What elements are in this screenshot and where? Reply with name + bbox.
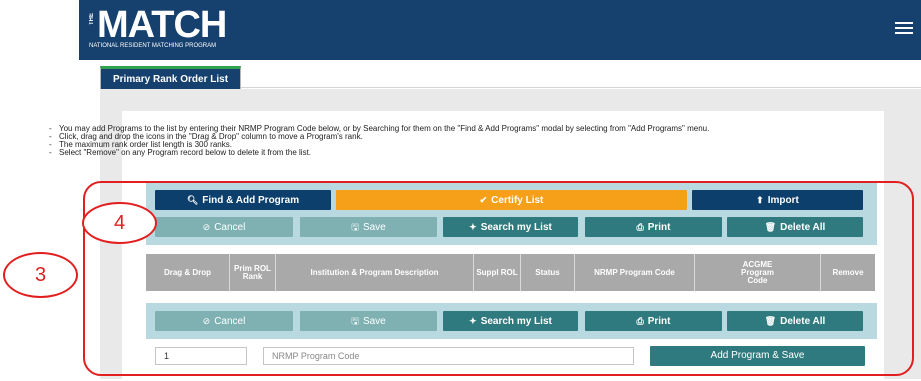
annotation-circle-4: 4 <box>82 202 157 244</box>
annotation-circle-3: 3 <box>3 252 78 298</box>
logo-the-text: THE <box>89 13 95 25</box>
tab-bar: Primary Rank Order List <box>100 66 921 89</box>
instruction-item: Select "Remove" on any Program record be… <box>49 149 779 158</box>
hamburger-menu-icon[interactable] <box>895 22 913 35</box>
annotation-outline <box>83 181 914 376</box>
tab-primary-rank-order-list[interactable]: Primary Rank Order List <box>100 66 242 89</box>
instructions-list: You may add Programs to the list by ente… <box>49 125 779 158</box>
logo-match-text: MATCH <box>97 4 227 46</box>
site-header: THE MATCH NATIONAL RESIDENT MATCHING PRO… <box>79 0 921 60</box>
logo-subtitle: NATIONAL RESIDENT MATCHING PROGRAM <box>89 43 217 49</box>
